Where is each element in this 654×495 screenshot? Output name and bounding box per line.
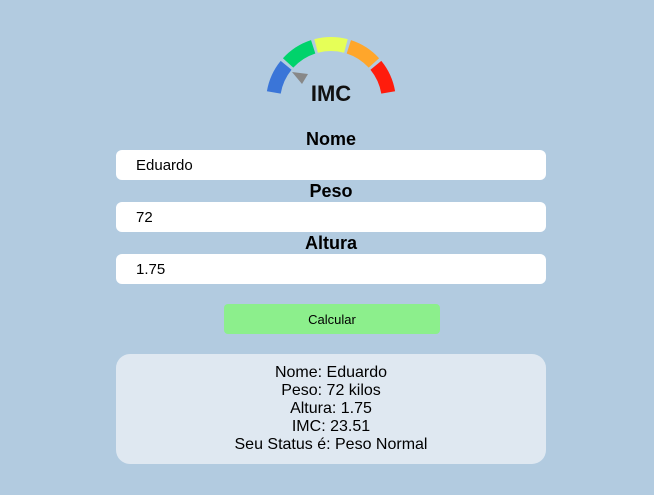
logo-title: IMC — [311, 81, 351, 106]
result-status: Seu Status é: Peso Normal — [234, 436, 428, 453]
nome-label: Nome — [305, 129, 356, 149]
result-panel: Nome: Eduardo Peso: 72 kilos Altura: 1.7… — [116, 354, 546, 464]
altura-input[interactable] — [116, 254, 546, 284]
imc-form: Nome Peso Altura — [116, 128, 546, 284]
nome-input[interactable] — [116, 150, 546, 180]
peso-input[interactable] — [116, 202, 546, 232]
result-peso: Peso: 72 kilos — [281, 382, 381, 399]
altura-label: Altura — [304, 233, 357, 253]
gauge-segment-blue — [266, 60, 292, 94]
result-altura: Altura: 1.75 — [290, 400, 372, 417]
gauge-segment-green — [282, 40, 316, 68]
gauge-pointer-icon — [292, 72, 308, 84]
result-imc: IMC: 23.51 — [291, 418, 371, 435]
result-nome: Nome: Eduardo — [274, 364, 388, 381]
imc-logo: IMC — [262, 34, 400, 108]
gauge-segment-red — [370, 60, 396, 94]
peso-label: Peso — [309, 181, 353, 201]
gauge-segment-orange — [346, 40, 380, 68]
imc-gauge-icon: IMC — [266, 37, 396, 106]
gauge-segment-yellow — [314, 37, 348, 53]
calcular-button[interactable]: Calcular — [224, 304, 440, 334]
